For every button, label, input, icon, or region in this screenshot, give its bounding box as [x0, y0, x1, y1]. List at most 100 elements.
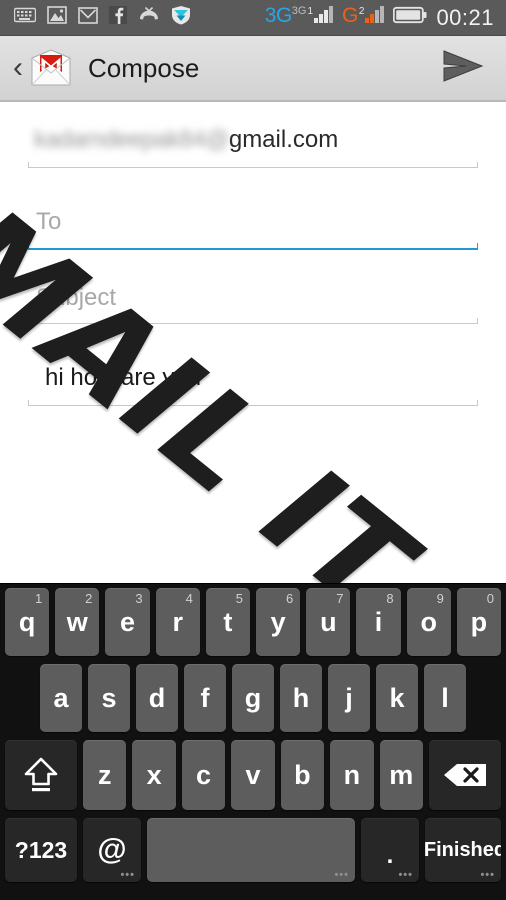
- key-j-label: j: [345, 682, 353, 713]
- key-p-label: p: [470, 606, 488, 637]
- body-field-underline: [28, 400, 478, 406]
- key-m-label: m: [389, 759, 414, 790]
- key-u-label: u: [320, 606, 337, 637]
- key-j[interactable]: j: [328, 664, 370, 732]
- from-address-domain: gmail.com: [228, 126, 339, 153]
- from-address-user-redacted: kadamdeepak84@: [34, 126, 229, 153]
- subject-field-placeholder: Subject: [36, 284, 117, 311]
- key-b-label: b: [294, 759, 311, 790]
- key-s[interactable]: s: [88, 664, 130, 732]
- status-bar-notification-icons: [0, 5, 265, 30]
- key-l[interactable]: l: [424, 664, 466, 732]
- key-c[interactable]: c: [181, 740, 226, 810]
- key-u-number-hint: 7: [336, 591, 344, 606]
- key-y-label: y: [270, 606, 286, 637]
- back-button[interactable]: ‹: [6, 53, 30, 83]
- sim2-slot-number: 2: [358, 5, 365, 17]
- period-key-more-dots: •••: [398, 869, 413, 881]
- backspace-key[interactable]: [428, 740, 501, 810]
- key-p[interactable]: p0: [456, 588, 502, 656]
- on-screen-keyboard: q1w2e3r4t5y6u7i8o9p0 asdfghjkl zxcvbnm ?…: [0, 583, 506, 900]
- status-bar: 3G 3G 1 G 2 00:21: [0, 0, 506, 36]
- from-field[interactable]: kadamdeepak84@ gmail.com: [28, 112, 478, 168]
- sim2-network-indicator: G 2: [342, 4, 385, 31]
- key-h[interactable]: h: [280, 664, 322, 732]
- at-key-more-dots: •••: [120, 869, 135, 881]
- symbols-key[interactable]: ?123: [5, 818, 77, 882]
- space-key[interactable]: •••: [147, 818, 355, 882]
- key-o-label: o: [420, 606, 437, 637]
- at-key-label: @: [97, 833, 127, 866]
- key-v[interactable]: v: [231, 740, 275, 810]
- key-n-label: n: [343, 759, 361, 790]
- key-l-label: l: [441, 682, 449, 713]
- key-e-label: e: [119, 606, 136, 637]
- finished-key-more-dots: •••: [480, 869, 495, 881]
- key-n[interactable]: n: [330, 740, 374, 810]
- at-key[interactable]: @ •••: [83, 818, 141, 882]
- key-m[interactable]: m: [379, 740, 423, 810]
- key-u[interactable]: u7: [306, 588, 351, 656]
- key-g[interactable]: g: [232, 664, 274, 732]
- subject-field-underline: [28, 318, 478, 324]
- key-r-number-hint: 4: [185, 591, 193, 606]
- key-w[interactable]: w2: [55, 588, 100, 656]
- key-o-number-hint: 9: [436, 591, 444, 606]
- key-f[interactable]: f: [184, 664, 226, 732]
- action-bar: ‹ Compose: [0, 36, 506, 102]
- symbols-key-label: ?123: [14, 836, 68, 863]
- body-field[interactable]: hi how are you: [28, 340, 478, 406]
- key-k-label: k: [389, 682, 405, 713]
- key-d[interactable]: d: [136, 664, 178, 732]
- key-g-label: g: [244, 682, 262, 713]
- to-field[interactable]: To: [28, 188, 478, 250]
- key-z-label: z: [97, 759, 112, 790]
- key-w-number-hint: 2: [85, 591, 93, 606]
- key-r[interactable]: r4: [155, 588, 200, 656]
- key-i-number-hint: 8: [386, 591, 394, 606]
- key-e[interactable]: e3: [105, 588, 150, 656]
- gmail-envelope-icon: [28, 48, 74, 88]
- phone-screen: 3G 3G 1 G 2 00:21 ‹ Compose kadamdeepak8…: [0, 0, 506, 900]
- sim1-network-superscript: 3G: [291, 4, 307, 17]
- from-field-underline: [28, 162, 478, 168]
- finished-key[interactable]: Finished •••: [425, 818, 501, 882]
- shift-key[interactable]: [5, 740, 77, 810]
- key-t[interactable]: t5: [205, 588, 251, 656]
- finished-key-label: Finished: [425, 838, 501, 861]
- key-o[interactable]: o9: [406, 588, 451, 656]
- key-a[interactable]: a: [40, 664, 82, 732]
- key-e-number-hint: 3: [135, 591, 143, 606]
- sim1-network-indicator: 3G 3G 1: [265, 4, 334, 31]
- key-r-label: r: [172, 606, 183, 637]
- key-x[interactable]: x: [132, 740, 176, 810]
- keyboard-row-4: ?123 @ ••• ••• . ••• Finished •••: [0, 814, 506, 889]
- key-b[interactable]: b: [280, 740, 325, 810]
- key-k[interactable]: k: [376, 664, 418, 732]
- key-z[interactable]: z: [83, 740, 127, 810]
- key-i-label: i: [374, 606, 383, 637]
- key-d-label: d: [148, 682, 166, 713]
- key-t-label: t: [223, 606, 233, 637]
- key-y-number-hint: 6: [285, 591, 294, 606]
- missed-call-icon: [138, 6, 160, 28]
- key-f-label: f: [200, 682, 210, 713]
- send-icon[interactable]: [442, 49, 484, 88]
- body-field-text: hi how are you: [45, 364, 202, 391]
- key-a-label: a: [53, 682, 69, 713]
- key-t-number-hint: 5: [235, 591, 244, 606]
- key-w-label: w: [66, 606, 88, 637]
- battery-icon: [393, 6, 427, 29]
- key-q-number-hint: 1: [34, 591, 43, 606]
- subject-field[interactable]: Subject: [28, 266, 478, 324]
- key-c-label: c: [196, 759, 212, 790]
- key-q[interactable]: q1: [5, 588, 50, 656]
- key-i[interactable]: i8: [356, 588, 401, 656]
- key-s-label: s: [101, 682, 117, 713]
- key-y[interactable]: y6: [256, 588, 301, 656]
- period-key[interactable]: . •••: [361, 818, 419, 882]
- sim1-signal-bars: [314, 5, 334, 23]
- status-bar-system-icons: 3G 3G 1 G 2 00:21: [265, 4, 506, 31]
- page-title: Compose: [88, 52, 200, 83]
- space-key-more-dots: •••: [334, 869, 349, 881]
